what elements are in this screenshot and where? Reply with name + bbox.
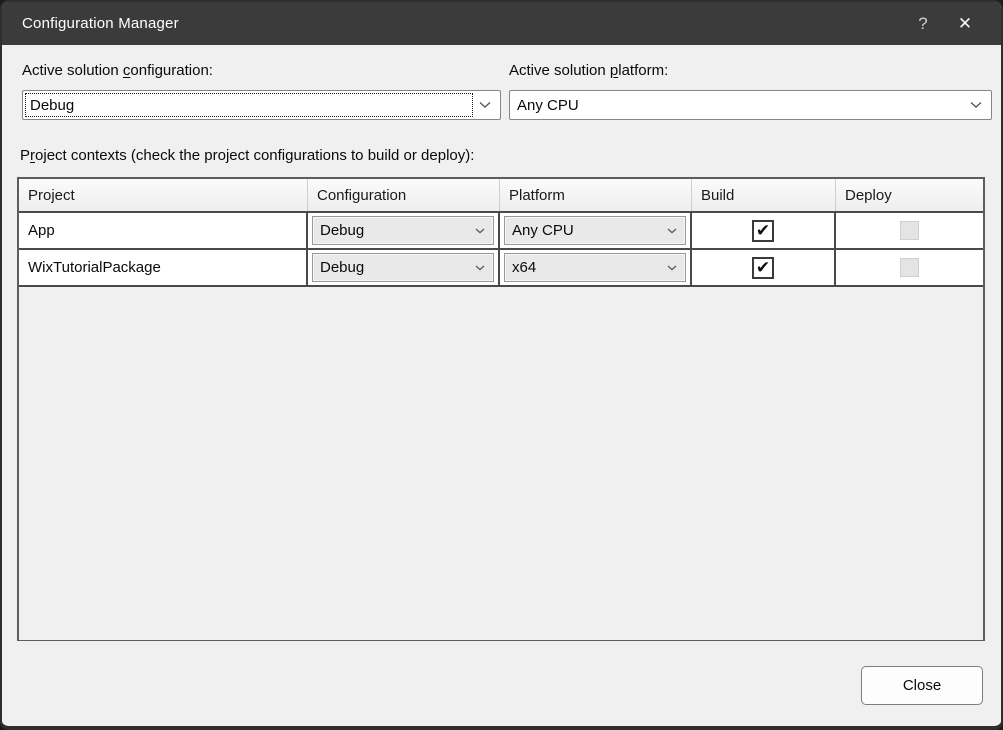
configuration-cell: Debug [308,213,500,248]
active-solution-platform-dropdown[interactable]: Any CPU [509,90,992,120]
close-button[interactable]: Close [861,666,983,705]
help-button[interactable]: ? [903,2,943,45]
chevron-down-icon [667,228,677,234]
configuration-cell: Debug [308,250,500,285]
deploy-cell [836,213,983,248]
table-row: App Debug Any CPU ✔ [19,211,983,248]
deploy-checkbox [900,221,919,240]
project-name-cell[interactable]: App [19,213,308,248]
help-icon: ? [918,14,927,34]
build-checkbox[interactable]: ✔ [752,257,774,279]
column-header-deploy[interactable]: Deploy [836,179,983,211]
grid-empty-area [19,285,983,640]
focus-rectangle [25,93,473,117]
active-solution-configuration-dropdown[interactable]: Debug [22,90,501,120]
active-solution-platform-label: Active solution platform: [509,62,668,79]
dialog-title: Configuration Manager [2,15,179,32]
dropdown-value: Any CPU [512,222,574,239]
chevron-down-icon [479,102,491,109]
column-header-build[interactable]: Build [692,179,836,211]
project-contexts-label: Project contexts (check the project conf… [20,147,474,164]
platform-cell: Any CPU [500,213,692,248]
close-icon: ✕ [958,14,972,34]
build-cell: ✔ [692,213,836,248]
chevron-down-icon [667,265,677,271]
dropdown-value: Debug [320,259,364,276]
build-checkbox[interactable]: ✔ [752,220,774,242]
column-header-project[interactable]: Project [19,179,308,211]
table-row: WixTutorialPackage Debug x64 ✔ [19,248,983,285]
active-solution-configuration-label: Active solution configuration: [22,62,213,79]
chevron-down-icon [475,228,485,234]
row-platform-dropdown[interactable]: Any CPU [504,216,686,245]
check-icon: ✔ [756,259,770,276]
dropdown-value: Debug [320,222,364,239]
deploy-cell [836,250,983,285]
title-bar: Configuration Manager ? ✕ [2,2,1001,45]
column-header-platform[interactable]: Platform [500,179,692,211]
row-configuration-dropdown[interactable]: Debug [312,216,494,245]
dropdown-value: x64 [512,259,536,276]
dropdown-value: Any CPU [517,97,579,114]
window-close-button[interactable]: ✕ [945,2,985,45]
project-contexts-grid: Project Configuration Platform Build Dep… [17,177,985,641]
dropdown-value: Debug [30,97,74,114]
project-name-cell[interactable]: WixTutorialPackage [19,250,308,285]
column-header-configuration[interactable]: Configuration [308,179,500,211]
chevron-down-icon [475,265,485,271]
chevron-down-icon [970,102,982,109]
grid-header-row: Project Configuration Platform Build Dep… [19,179,983,211]
row-configuration-dropdown[interactable]: Debug [312,253,494,282]
configuration-manager-dialog: Configuration Manager ? ✕ Active solutio… [0,0,1003,730]
platform-cell: x64 [500,250,692,285]
row-platform-dropdown[interactable]: x64 [504,253,686,282]
build-cell: ✔ [692,250,836,285]
deploy-checkbox [900,258,919,277]
check-icon: ✔ [756,222,770,239]
